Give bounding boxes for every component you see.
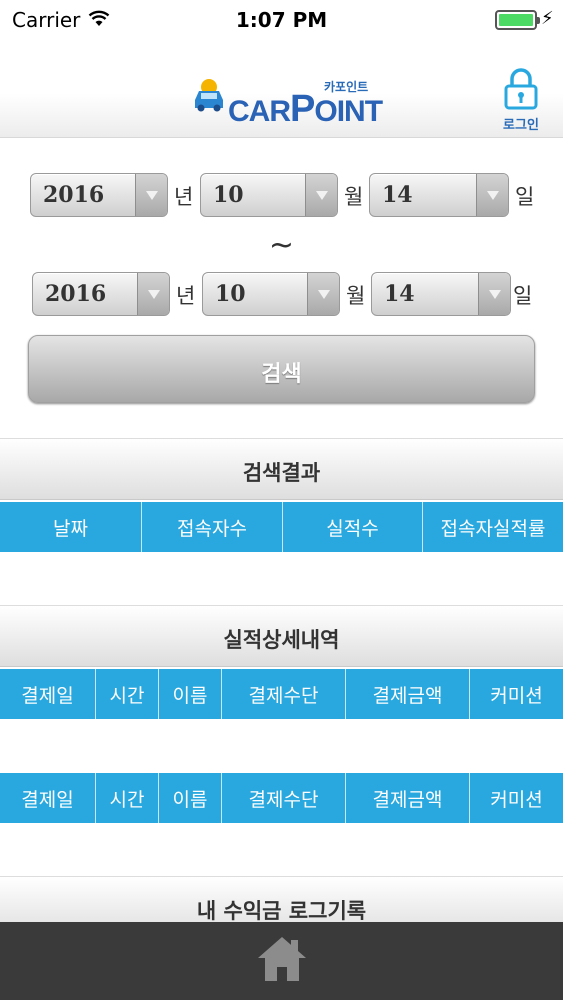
from-year-value: 2016 <box>43 182 105 208</box>
home-icon[interactable] <box>256 934 308 984</box>
income-log-title: 내 수익금 로그기록 <box>196 899 367 923</box>
performance-detail-title: 실적상세내역 <box>223 628 340 652</box>
chevron-down-icon <box>135 174 167 216</box>
day-unit-label: 일 <box>513 284 533 308</box>
chevron-down-icon <box>137 273 169 315</box>
carpoint-logo: 카포인트 CARPOINT <box>192 74 383 130</box>
app-header: 카포인트 CARPOINT 로그인 <box>0 40 563 138</box>
column-header-time: 시간 <box>96 669 159 719</box>
battery-icon <box>495 10 540 30</box>
bottom-tab-bar <box>0 922 563 1000</box>
status-bar: Carrier 1:07 PM ⚡ <box>0 0 563 40</box>
column-header-performance-count: 실적수 <box>283 502 423 552</box>
from-day-value: 14 <box>382 182 413 208</box>
login-button[interactable]: 로그인 <box>496 68 546 133</box>
year-unit-label: 년 <box>176 284 196 308</box>
lock-icon <box>504 68 538 110</box>
month-unit-label: 월 <box>346 284 366 308</box>
chevron-down-icon <box>307 273 339 315</box>
to-month-value: 10 <box>215 281 246 307</box>
logo-brand-text: CARPOINT <box>228 88 383 130</box>
performance-detail-table-header: 결제일 시간 이름 결제수단 결제금액 커미션 <box>0 669 563 719</box>
clock: 1:07 PM <box>235 8 328 32</box>
from-month-value: 10 <box>213 182 244 208</box>
column-header-payment-date: 결제일 <box>0 773 96 823</box>
chevron-down-icon <box>476 174 508 216</box>
to-day-value: 14 <box>384 281 415 307</box>
column-header-name: 이름 <box>159 669 222 719</box>
year-unit-label: 년 <box>174 185 194 209</box>
login-label: 로그인 <box>503 118 539 133</box>
from-day-select[interactable]: 14 <box>369 173 509 217</box>
results-table-header: 날짜 접속자수 실적수 접속자실적률 <box>0 502 563 552</box>
charging-icon: ⚡ <box>541 8 554 29</box>
column-header-payment-date: 결제일 <box>0 669 96 719</box>
to-day-select[interactable]: 14 <box>371 272 511 316</box>
search-button[interactable]: 검색 <box>28 335 535 403</box>
column-header-commission: 커미션 <box>490 684 543 707</box>
column-header-conversion-rate: 접속자실적률 <box>440 517 546 540</box>
chevron-down-icon <box>478 273 510 315</box>
column-header-time: 시간 <box>96 773 159 823</box>
column-header-visitors: 접속자수 <box>142 502 283 552</box>
column-header-date: 날짜 <box>0 502 142 552</box>
from-year-select[interactable]: 2016 <box>30 173 168 217</box>
column-header-name: 이름 <box>159 773 222 823</box>
from-month-select[interactable]: 10 <box>200 173 338 217</box>
column-header-payment-amount: 결제금액 <box>346 773 470 823</box>
column-header-payment-method: 결제수단 <box>222 773 346 823</box>
results-title: 검색결과 <box>242 461 321 485</box>
column-header-payment-method: 결제수단 <box>222 669 346 719</box>
to-month-select[interactable]: 10 <box>202 272 340 316</box>
date-range-separator: ~ <box>268 228 295 263</box>
car-logo-icon <box>195 79 223 112</box>
to-year-select[interactable]: 2016 <box>32 272 170 316</box>
to-year-value: 2016 <box>45 281 107 307</box>
performance-detail-section-title: 실적상세내역 <box>0 605 563 667</box>
results-section-title: 검색결과 <box>0 438 563 500</box>
day-unit-label: 일 <box>515 185 535 209</box>
second-detail-table-header: 결제일 시간 이름 결제수단 결제금액 커미션 <box>0 773 563 823</box>
month-unit-label: 월 <box>344 185 364 209</box>
chevron-down-icon <box>305 174 337 216</box>
column-header-commission: 커미션 <box>490 788 543 811</box>
column-header-payment-amount: 결제금액 <box>346 669 470 719</box>
search-button-label: 검색 <box>261 362 302 387</box>
